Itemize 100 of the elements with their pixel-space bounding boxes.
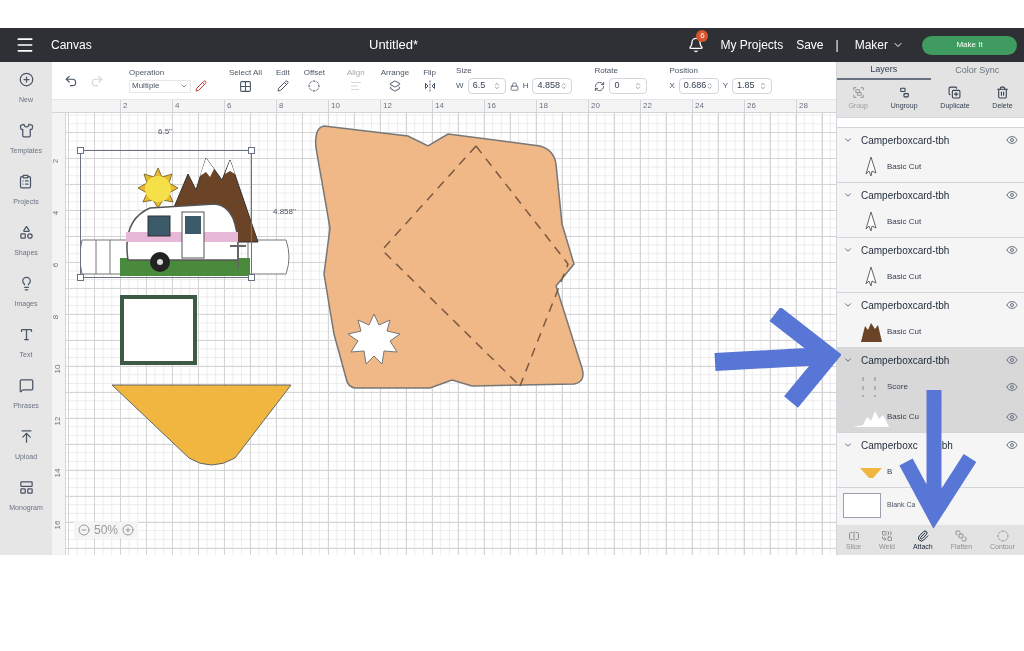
height-dimension: 4.858" [273, 206, 296, 218]
duplicate-icon [948, 85, 962, 99]
number-field[interactable]: 4.858 [532, 78, 573, 94]
tool-label: Select All [229, 68, 262, 77]
design-canvas[interactable]: 2 4 6 8 10 12 14 16 18 20 22 24 26 28 2 4 6 8 10 12 14 16 6.5" 4.858" 50% [52, 100, 836, 555]
number-field[interactable]: 0.686 [678, 78, 719, 94]
ruler-number: 22 [640, 100, 652, 112]
select-all-icon[interactable] [238, 79, 252, 93]
layer-name: Camperboxcard-tbh [861, 243, 950, 258]
arrange-icon[interactable] [388, 80, 401, 92]
ruler-number: 14 [432, 100, 444, 112]
eye-icon[interactable] [1006, 354, 1018, 366]
width-dimension: 6.5" [158, 126, 172, 138]
layer-name: Camperboxcard-tbh [861, 298, 950, 313]
expand-chevron-icon[interactable] [843, 135, 853, 145]
layer-item-label[interactable]: Basic Cu [887, 411, 919, 423]
menu-button[interactable] [15, 35, 35, 55]
expand-chevron-icon[interactable] [843, 300, 853, 310]
slice-icon [847, 530, 860, 542]
ruler-number: 2 [120, 100, 128, 112]
eye-icon[interactable] [1006, 380, 1018, 393]
layer-name: Camperboxcard-tbh [861, 188, 950, 203]
eye-icon[interactable] [1006, 134, 1018, 146]
group-icon [851, 85, 865, 99]
offset-icon[interactable] [308, 80, 321, 92]
clipboard-icon [18, 174, 34, 189]
weld-icon [881, 530, 893, 542]
ruler-number: 4 [172, 100, 180, 112]
layer-item-label[interactable]: Basic Cut [887, 326, 922, 338]
new-icon [18, 72, 34, 87]
layer-item-label[interactable]: Score [887, 380, 908, 393]
dropdown-caret-icon [180, 82, 188, 90]
layer-item-label[interactable]: B [887, 466, 893, 478]
stepper-icon[interactable] [559, 82, 568, 90]
stepper-icon[interactable] [759, 82, 768, 90]
number-field[interactable]: 0 [609, 78, 648, 94]
expand-chevron-icon[interactable] [843, 440, 853, 450]
pen-color-icon[interactable] [195, 80, 207, 92]
ruler-number: 20 [588, 100, 600, 112]
ruler-number: 8 [276, 100, 284, 112]
tool-label: Size [456, 67, 473, 75]
layer-name: Camperboxcard-tbh [861, 353, 950, 368]
speech-bubble-icon [18, 378, 34, 393]
eye-icon[interactable] [1006, 439, 1018, 451]
blank-canvas-swatch[interactable] [843, 493, 881, 518]
lock-icon[interactable] [509, 81, 519, 91]
align-icon[interactable] [349, 80, 362, 92]
tool-label: Align [346, 69, 365, 77]
ruler-number: 18 [536, 100, 548, 112]
notifications-bell-icon[interactable] [688, 37, 705, 53]
eye-icon[interactable] [1006, 411, 1018, 423]
ruler-number: 10 [328, 100, 340, 112]
my-projects-link[interactable]: My Projects [720, 36, 784, 54]
layer-item-label[interactable]: Basic Cut [887, 216, 922, 228]
ruler-number: 2 [52, 158, 62, 164]
ruler-number: 14 [52, 468, 64, 478]
layer-item-label[interactable]: Basic Cut [887, 161, 922, 173]
ruler-number: 12 [380, 100, 392, 112]
flatten-icon [955, 530, 968, 542]
machine-dropdown[interactable]: Maker [854, 36, 904, 54]
paperclip-icon [916, 530, 929, 542]
flip-icon[interactable] [423, 80, 436, 92]
monogram-icon [18, 480, 34, 495]
rotate-icon[interactable] [594, 80, 606, 92]
zoom-level: 50% [94, 522, 119, 539]
ruler-number: 12 [52, 416, 64, 426]
eye-icon[interactable] [1006, 244, 1018, 256]
expand-chevron-icon[interactable] [843, 190, 853, 200]
eye-icon[interactable] [1006, 189, 1018, 201]
edit-icon[interactable] [276, 80, 289, 92]
stepper-icon[interactable] [706, 82, 714, 90]
number-field[interactable]: 1.85 [732, 78, 773, 94]
operation-dropdown[interactable]: Multiple [129, 79, 191, 93]
layer-group[interactable]: Camperboxcard-tbh Score Basic Cu [837, 348, 1024, 433]
ruler-number: 8 [52, 314, 62, 320]
ungroup-icon [897, 85, 911, 99]
layer-item-label[interactable]: Basic Cut [887, 271, 922, 283]
number-field[interactable]: 6.5 [467, 78, 506, 94]
notification-badge: 6 [696, 30, 709, 42]
redo-icon[interactable] [90, 73, 104, 88]
selection-box[interactable] [80, 150, 252, 278]
layer-name: bh [941, 438, 953, 453]
tool-label: Offset [303, 69, 325, 77]
stepper-icon[interactable] [634, 82, 643, 90]
ruler-number: 16 [484, 100, 496, 112]
zoom-out-icon[interactable] [78, 524, 90, 536]
layer-name: Camperboxcard-tbh [861, 133, 950, 148]
undo-icon[interactable] [64, 73, 78, 88]
expand-chevron-icon[interactable] [843, 245, 853, 255]
tool-label: Position [669, 67, 699, 75]
panel-tab[interactable]: Color Sync [930, 62, 1024, 80]
layer-name: Camperboxc [861, 438, 918, 453]
eye-icon[interactable] [1006, 299, 1018, 311]
ruler-number: 16 [52, 520, 64, 530]
zoom-in-icon[interactable] [122, 524, 135, 536]
save-link[interactable]: Save [796, 36, 824, 54]
app-section-title: Canvas [51, 37, 92, 54]
expand-chevron-icon[interactable] [843, 355, 853, 365]
tool-label: W [456, 82, 464, 90]
stepper-icon[interactable] [492, 82, 501, 90]
